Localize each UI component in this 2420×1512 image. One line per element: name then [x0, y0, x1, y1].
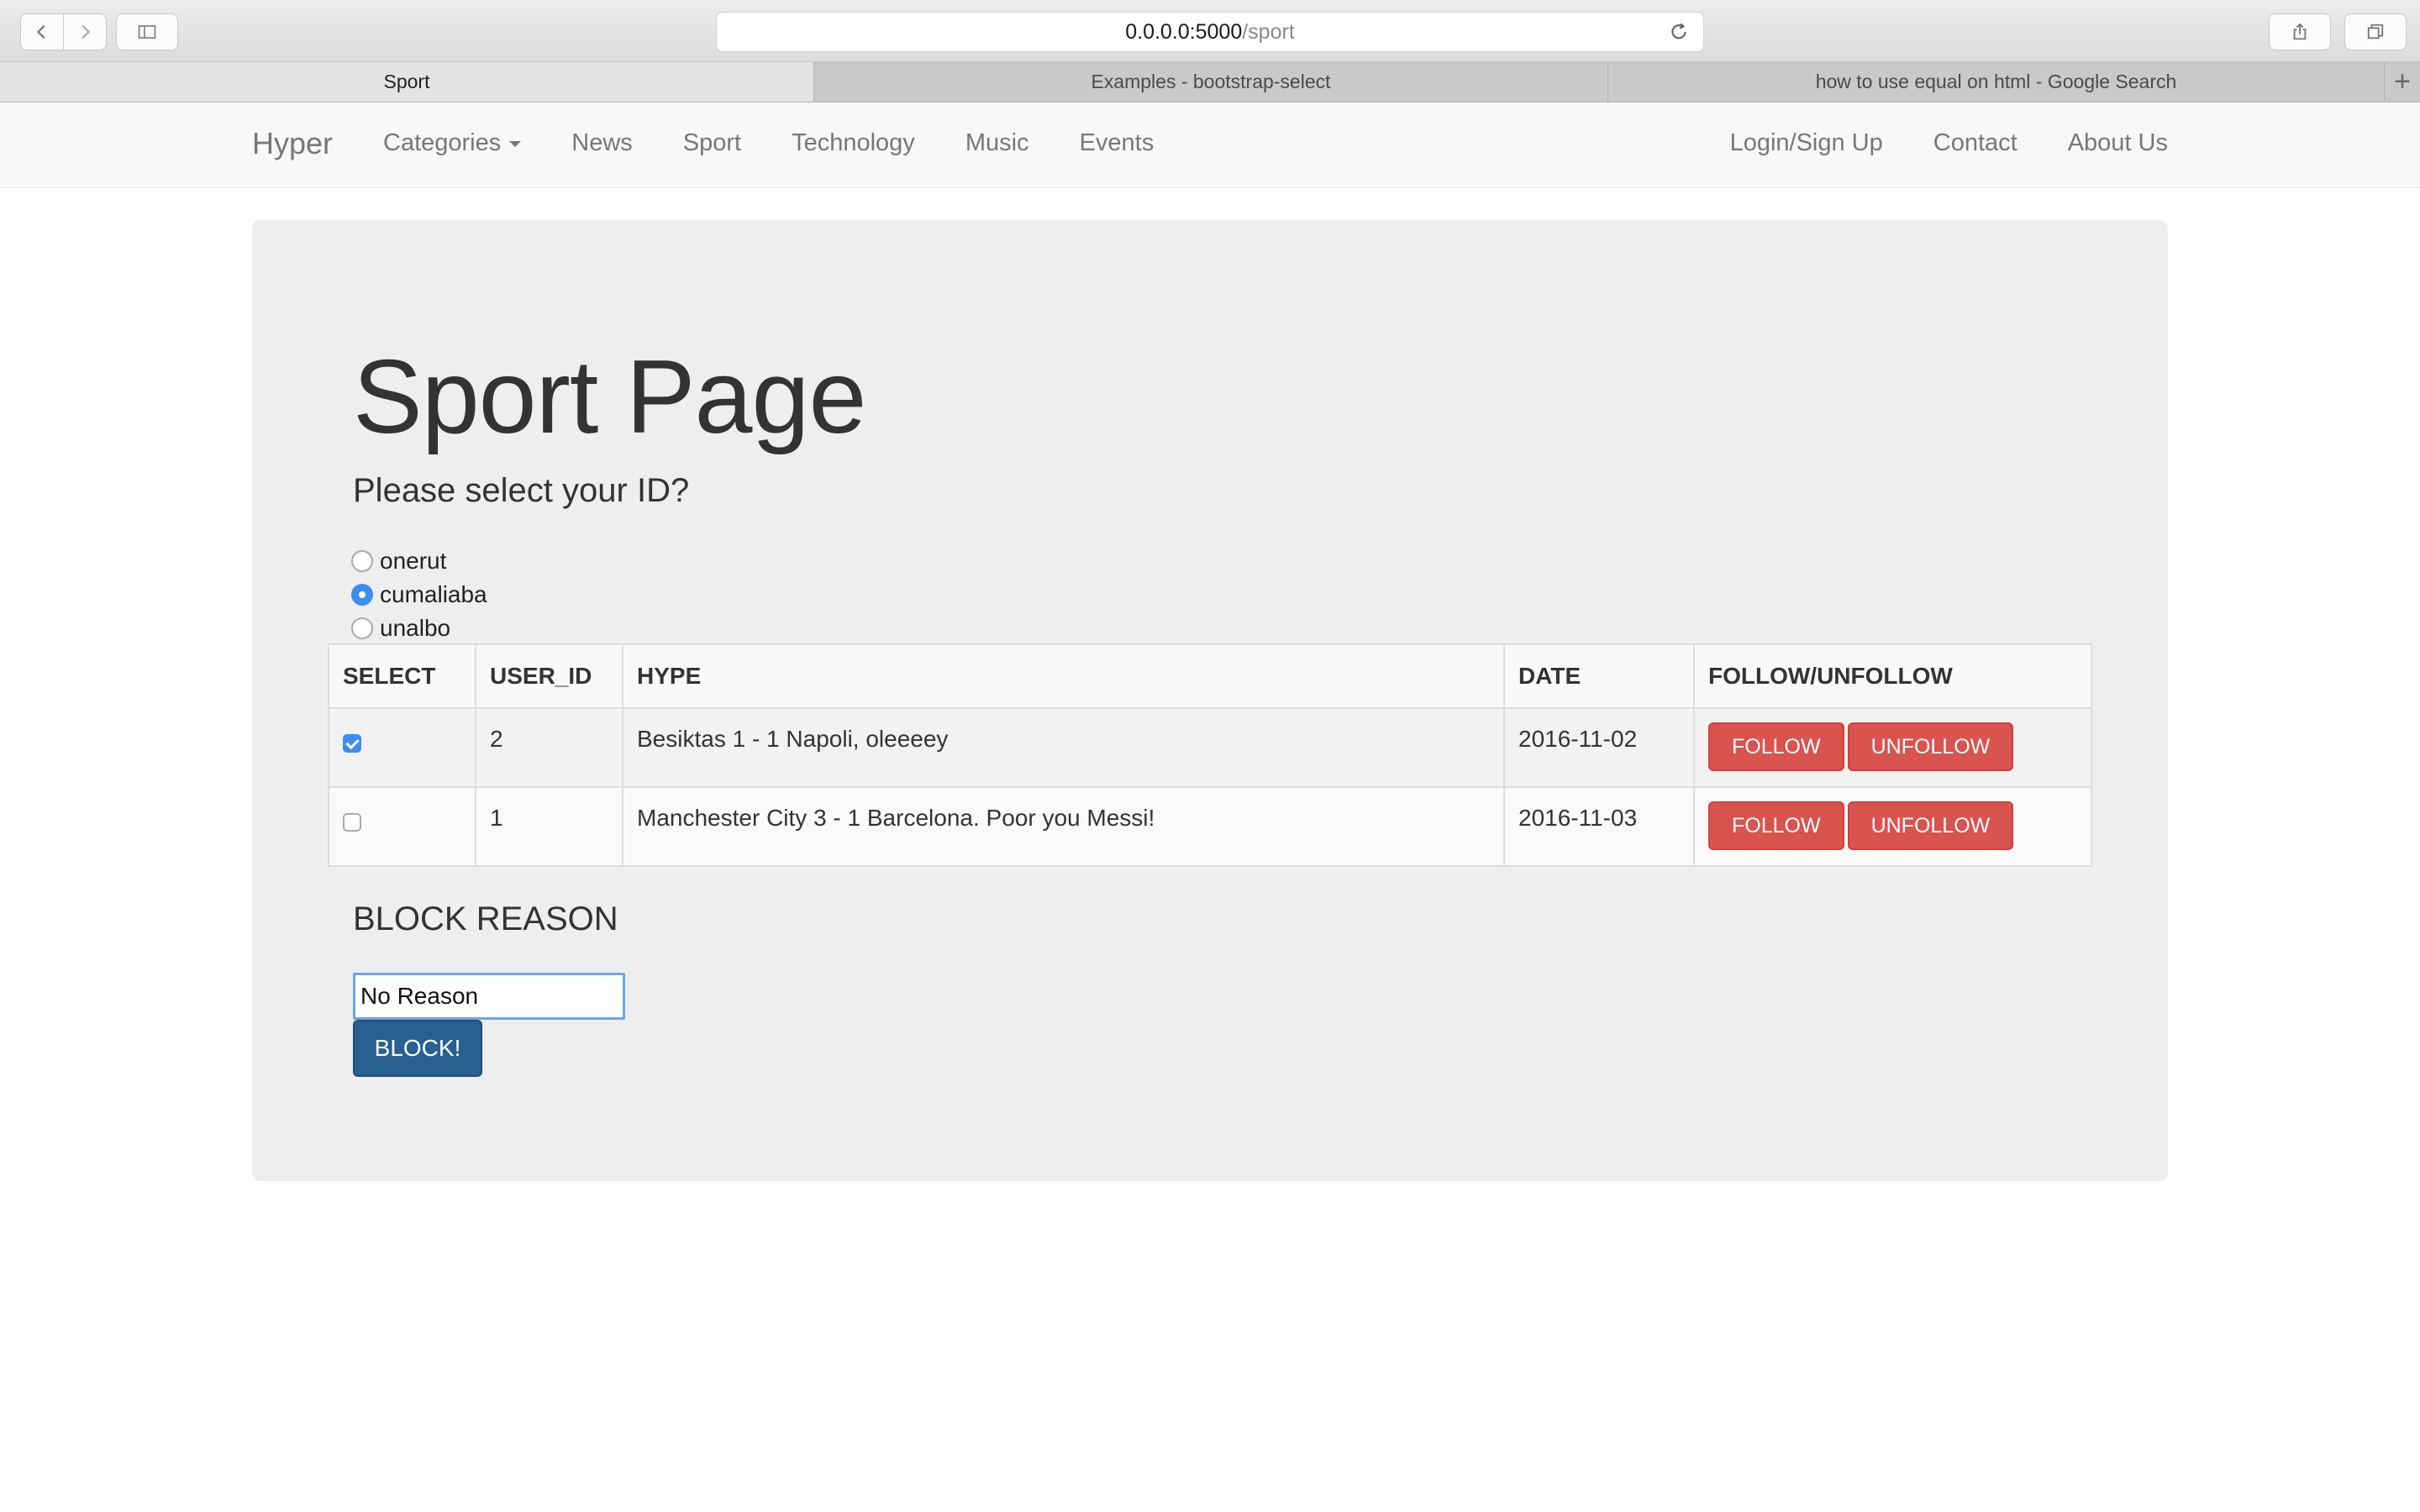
radio-label: onerut: [380, 548, 447, 574]
share-icon: [2293, 23, 2307, 40]
actions-cell: FOLLOW UNFOLLOW: [1693, 707, 2092, 788]
nav-login-signup[interactable]: Login/Sign Up: [1730, 129, 1883, 157]
nav-about-us[interactable]: About Us: [2068, 129, 2168, 157]
tab-bootstrap-select[interactable]: Examples - bootstrap-select: [814, 62, 1608, 102]
tab-sport[interactable]: Sport: [0, 62, 814, 102]
forward-button[interactable]: [63, 13, 107, 50]
table-row: 1 Manchester City 3 - 1 Barcelona. Poor …: [328, 786, 2092, 867]
address-bar[interactable]: 0.0.0.0:5000/sport: [716, 12, 1704, 52]
nav-technology[interactable]: Technology: [792, 129, 915, 157]
url-path: /sport: [1242, 19, 1295, 44]
date-cell: 2016-11-02: [1503, 707, 1695, 788]
user-id-cell: 1: [475, 786, 623, 867]
id-radio-group: onerut cumaliaba unalbo: [351, 544, 487, 645]
select-cell: [328, 786, 476, 867]
block-reason-input[interactable]: [353, 973, 625, 1020]
unfollow-button[interactable]: UNFOLLOW: [1847, 801, 2014, 850]
block-button[interactable]: BLOCK!: [353, 1020, 482, 1077]
page-title: Sport Page: [353, 339, 866, 455]
jumbotron: Sport Page Please select your ID? onerut…: [252, 220, 2168, 1181]
user-id-cell: 2: [475, 707, 623, 788]
browser-toolbar: 0.0.0.0:5000/sport: [0, 0, 2420, 62]
select-cell: [328, 707, 476, 788]
caret-down-icon: [509, 140, 522, 147]
share-button[interactable]: [2269, 13, 2331, 50]
table-row: 2 Besiktas 1 - 1 Napoli, oleeeey 2016-11…: [328, 707, 2092, 788]
chevron-right-icon: [82, 24, 91, 39]
hype-cell: Besiktas 1 - 1 Napoli, oleeeey: [622, 707, 1505, 788]
hype-table: SELECT USER_ID HYPE DATE FOLLOW/UNFOLLOW…: [328, 643, 2092, 867]
actions-cell: FOLLOW UNFOLLOW: [1693, 786, 2092, 867]
block-reason-label: BLOCK REASON: [353, 900, 618, 937]
nav-events[interactable]: Events: [1080, 129, 1155, 157]
brand-link[interactable]: Hyper: [252, 126, 333, 161]
radio-button[interactable]: [351, 550, 373, 572]
date-cell: 2016-11-03: [1503, 786, 1695, 867]
radio-label: unalbo: [380, 615, 451, 641]
nav-categories-label: Categories: [383, 129, 502, 156]
header-hype: HYPE: [622, 643, 1505, 709]
tab-bar: Sport Examples - bootstrap-select how to…: [0, 62, 2420, 102]
follow-button[interactable]: FOLLOW: [1708, 722, 1844, 771]
row-checkbox-checked[interactable]: [343, 734, 361, 753]
row-checkbox[interactable]: [343, 813, 361, 832]
id-prompt: Please select your ID?: [353, 472, 690, 509]
sidebar-icon: [138, 25, 156, 39]
table-header-row: SELECT USER_ID HYPE DATE FOLLOW/UNFOLLOW: [328, 643, 2092, 709]
radio-option-cumaliaba[interactable]: cumaliaba: [351, 578, 487, 612]
unfollow-button[interactable]: UNFOLLOW: [1847, 722, 2014, 771]
sidebar-toggle-button[interactable]: [116, 13, 178, 50]
tab-google-search[interactable]: how to use equal on html - Google Search: [1608, 62, 2385, 102]
reload-icon[interactable]: [1668, 21, 1690, 43]
site-navbar: Hyper Categories News Sport Technology M…: [0, 102, 2420, 188]
header-select: SELECT: [328, 643, 476, 709]
radio-button-selected[interactable]: [351, 584, 373, 606]
url-host: 0.0.0.0:5000: [1125, 19, 1243, 44]
hype-cell: Manchester City 3 - 1 Barcelona. Poor yo…: [622, 786, 1505, 867]
nav-sport[interactable]: Sport: [683, 129, 741, 157]
header-follow-unfollow: FOLLOW/UNFOLLOW: [1693, 643, 2092, 709]
back-button[interactable]: [20, 13, 64, 50]
radio-button[interactable]: [351, 617, 373, 639]
follow-button[interactable]: FOLLOW: [1708, 801, 1844, 850]
radio-option-onerut[interactable]: onerut: [351, 544, 487, 578]
nav-left: Categories News Sport Technology Music E…: [383, 129, 1204, 157]
nav-right: Login/Sign Up Contact About Us: [1730, 129, 2168, 157]
nav-categories-dropdown[interactable]: Categories: [383, 129, 522, 157]
chevron-left-icon: [36, 24, 45, 39]
radio-option-unalbo[interactable]: unalbo: [351, 612, 487, 645]
nav-music[interactable]: Music: [965, 129, 1029, 157]
nav-contact[interactable]: Contact: [1933, 129, 2018, 157]
radio-label: cumaliaba: [380, 581, 487, 607]
tab-overview-button[interactable]: [2344, 13, 2407, 50]
header-date: DATE: [1503, 643, 1695, 709]
header-user-id: USER_ID: [475, 643, 623, 709]
new-tab-button[interactable]: +: [2385, 62, 2420, 102]
nav-news[interactable]: News: [571, 129, 633, 157]
tabs-icon: [2367, 24, 2384, 39]
